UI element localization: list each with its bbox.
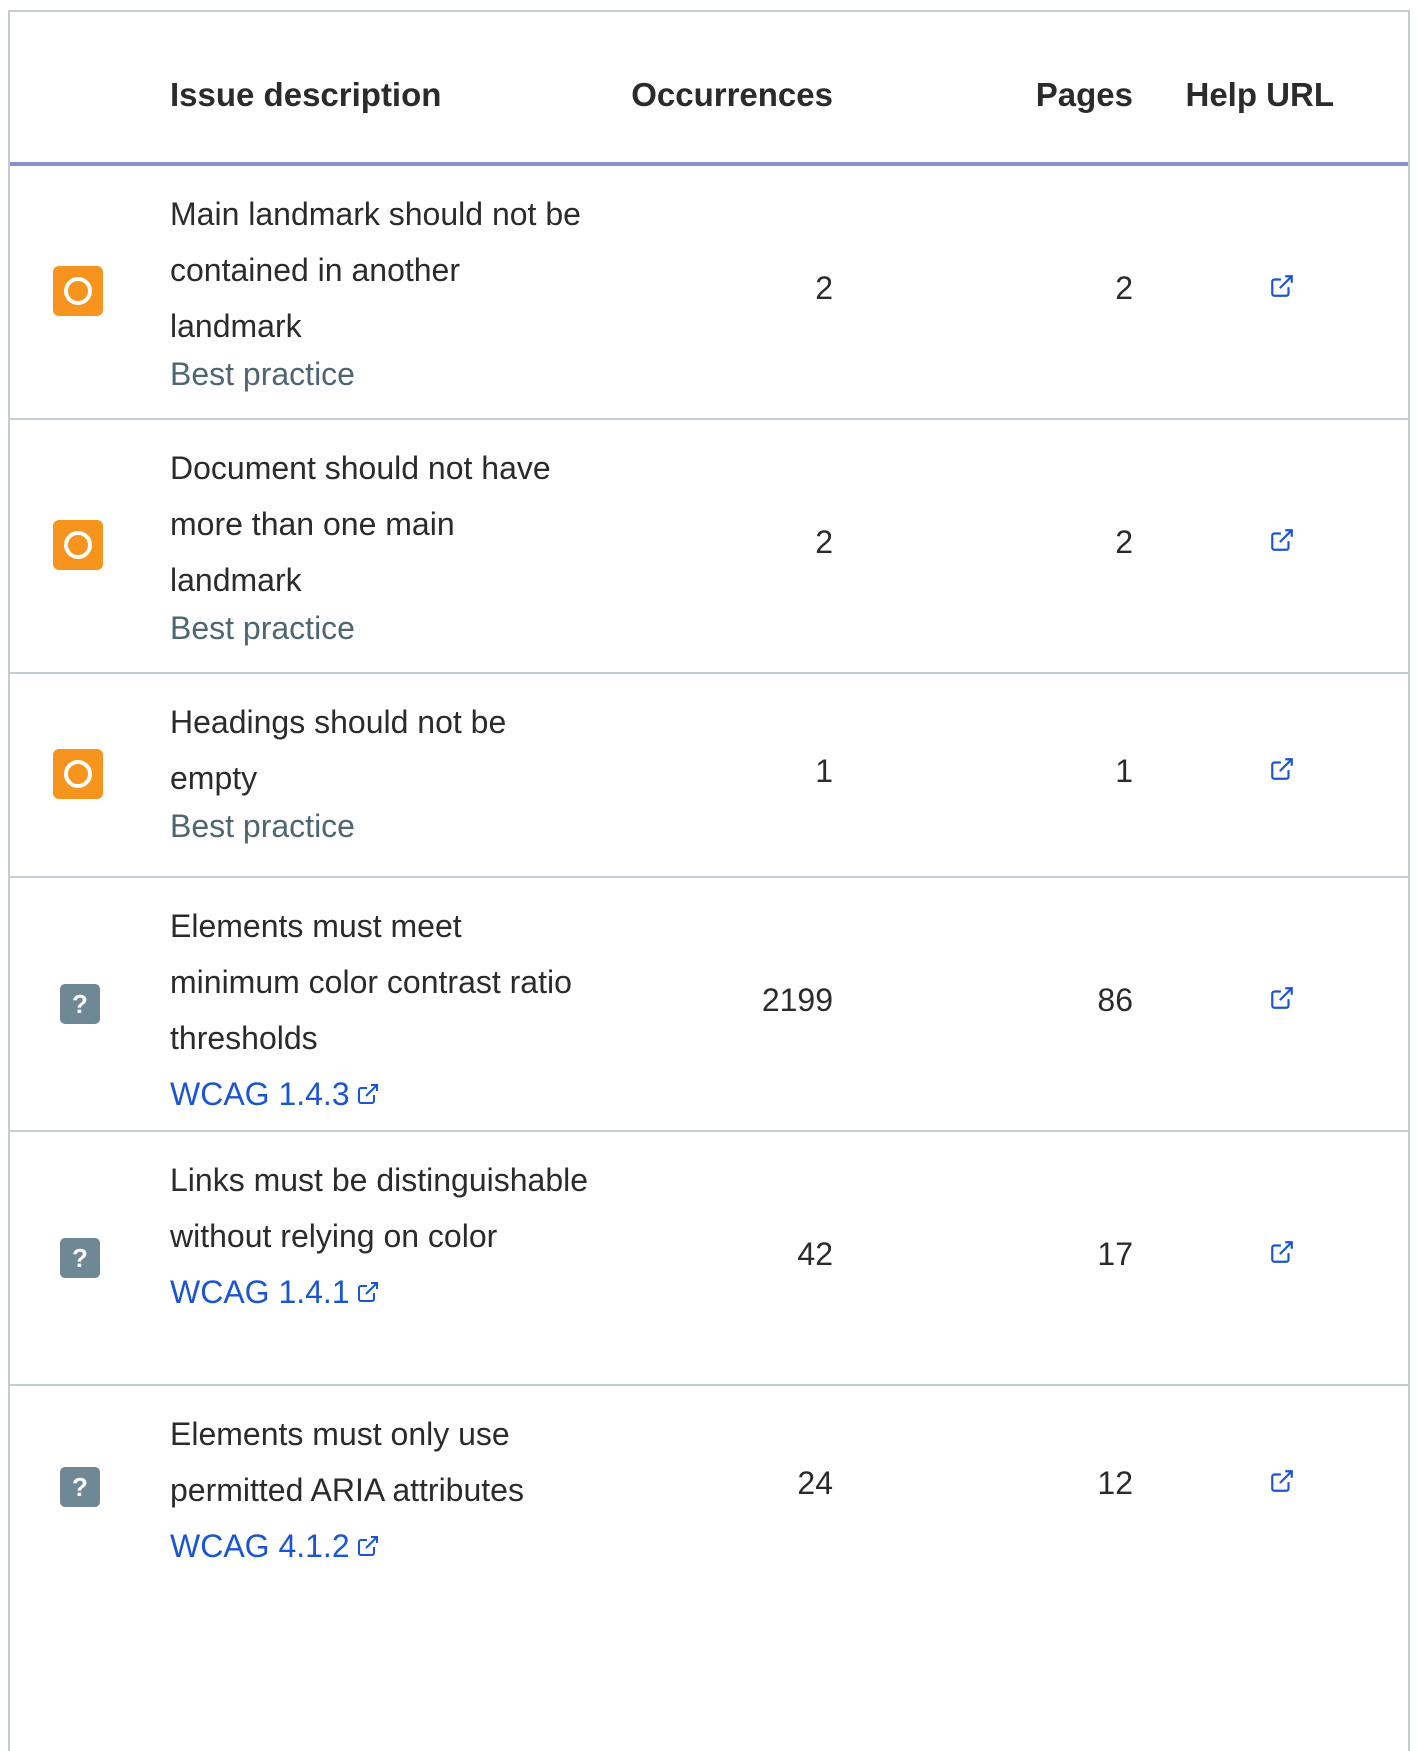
wcag-link[interactable]: WCAG 1.4.3: [170, 1074, 380, 1114]
external-link-icon[interactable]: [1268, 984, 1296, 1012]
question-icon: ?: [60, 1467, 100, 1507]
wcag-link[interactable]: WCAG 1.4.1: [170, 1272, 380, 1312]
issue-title: Links must be distinguishable without re…: [170, 1162, 589, 1254]
issue-title: Elements must meet minimum color contras…: [170, 908, 572, 1056]
issues-table: Issue description Occurrences Pages Help…: [8, 10, 1410, 1751]
circle-warning-icon: [53, 749, 103, 799]
issue-category: Best practice: [170, 610, 355, 646]
occurrences-value: 42: [797, 1236, 833, 1272]
external-link-icon[interactable]: [1268, 1467, 1296, 1495]
wcag-link[interactable]: WCAG 4.1.2: [170, 1526, 380, 1566]
wcag-link-label: WCAG 1.4.3: [170, 1076, 350, 1112]
header-help-url: Help URL: [1185, 76, 1335, 113]
issue-description-cell: Headings should not be empty Best practi…: [170, 694, 590, 846]
external-link-icon[interactable]: [1268, 526, 1296, 554]
external-link-icon[interactable]: [1268, 1238, 1296, 1266]
issue-category: Best practice: [170, 356, 355, 392]
header-pages[interactable]: Pages: [1036, 76, 1133, 114]
external-link-icon: [357, 1536, 378, 1556]
issue-title: Main landmark should not be contained in…: [170, 196, 581, 344]
external-link-icon: [357, 1282, 378, 1302]
issue-title: Document should not have more than one m…: [170, 450, 551, 598]
external-link-icon[interactable]: [1268, 272, 1296, 300]
occurrences-value: 2: [815, 270, 833, 306]
question-icon: ?: [60, 984, 100, 1024]
occurrences-value: 2: [815, 524, 833, 560]
table-row: Headings should not be empty Best practi…: [10, 674, 1408, 878]
wcag-link-label: WCAG 1.4.1: [170, 1274, 350, 1310]
issue-title: Elements must only use permitted ARIA at…: [170, 1416, 524, 1508]
table-row: Document should not have more than one m…: [10, 420, 1408, 674]
occurrences-value: 2199: [761, 982, 833, 1018]
pages-value: 12: [1097, 1465, 1133, 1501]
pages-value: 1: [1115, 753, 1133, 789]
issue-description-cell: Elements must only use permitted ARIA at…: [170, 1406, 590, 1574]
issue-category: Best practice: [170, 808, 355, 844]
issue-title: Headings should not be empty: [170, 704, 507, 796]
question-icon: ?: [60, 1238, 100, 1278]
issue-description-cell: Main landmark should not be contained in…: [170, 186, 590, 394]
pages-value: 2: [1115, 270, 1133, 306]
wcag-link-label: WCAG 4.1.2: [170, 1528, 350, 1564]
header-occurrences[interactable]: Occurrences: [631, 76, 833, 114]
table-row: ? Elements must meet minimum color contr…: [10, 878, 1408, 1132]
circle-warning-icon: [53, 520, 103, 570]
table-header: Issue description Occurrences Pages Help…: [10, 12, 1408, 166]
circle-warning-icon: [53, 266, 103, 316]
issue-description-cell: Document should not have more than one m…: [170, 440, 590, 648]
pages-value: 17: [1097, 1236, 1133, 1272]
issue-description-cell: Links must be distinguishable without re…: [170, 1152, 590, 1320]
table-row: Main landmark should not be contained in…: [10, 166, 1408, 420]
occurrences-value: 24: [797, 1465, 833, 1501]
table-row: ? Elements must only use permitted ARIA …: [10, 1386, 1408, 1590]
pages-value: 86: [1097, 982, 1133, 1018]
table-row: ? Links must be distinguishable without …: [10, 1132, 1408, 1386]
header-issue-description[interactable]: Issue description: [170, 76, 441, 114]
issue-description-cell: Elements must meet minimum color contras…: [170, 898, 590, 1122]
external-link-icon: [357, 1084, 378, 1104]
occurrences-value: 1: [815, 753, 833, 789]
external-link-icon[interactable]: [1268, 755, 1296, 783]
pages-value: 2: [1115, 524, 1133, 560]
